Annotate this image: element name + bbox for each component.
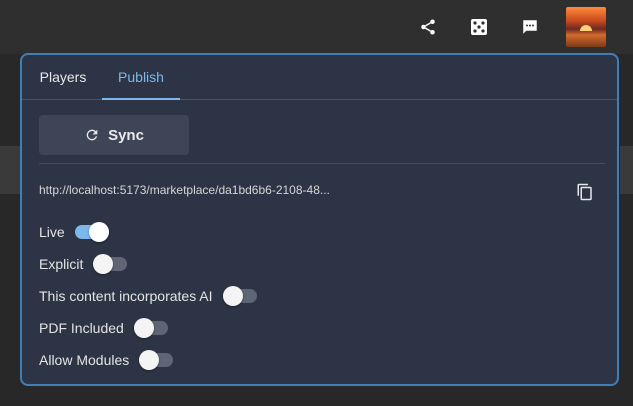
toggle-label: Allow Modules [39, 352, 130, 368]
toggle-label: Explicit [39, 256, 84, 272]
allow-modules-toggle[interactable] [139, 350, 174, 370]
toggle-label: PDF Included [39, 320, 124, 336]
sunset-image [580, 25, 592, 31]
divider [39, 163, 605, 164]
background-panel-left [0, 146, 22, 194]
refresh-icon [86, 129, 98, 141]
toggle-row-ai: This content incorporates AI [39, 284, 257, 308]
avatar[interactable] [566, 7, 606, 47]
marketplace-url: http://localhost:5173/marketplace/da1bd6… [39, 183, 330, 197]
ai-content-toggle[interactable] [222, 286, 257, 306]
toggle-label: Live [39, 224, 65, 240]
toggle-row-pdf: PDF Included [39, 316, 168, 340]
top-bar [0, 0, 633, 54]
toggle-row-live: Live [39, 220, 109, 244]
sync-button[interactable]: Sync [39, 115, 189, 155]
copy-icon[interactable] [574, 181, 596, 203]
background-panel-right [620, 146, 633, 194]
tab-bar: Players Publish [22, 55, 617, 100]
sync-label: Sync [108, 126, 144, 144]
chat-icon[interactable] [517, 14, 543, 40]
share-icon[interactable] [415, 14, 441, 40]
explicit-toggle[interactable] [93, 254, 128, 274]
tab-publish[interactable]: Publish [102, 55, 180, 100]
pdf-included-toggle[interactable] [133, 318, 168, 338]
live-toggle[interactable] [74, 222, 109, 242]
publish-popover: Players Publish Sync http://localhost:51… [20, 53, 619, 386]
toggle-label: This content incorporates AI [39, 288, 213, 304]
dice-icon[interactable] [466, 14, 492, 40]
toggle-row-modules: Allow Modules [39, 348, 174, 372]
toggle-row-explicit: Explicit [39, 252, 128, 276]
tab-players[interactable]: Players [39, 55, 87, 99]
